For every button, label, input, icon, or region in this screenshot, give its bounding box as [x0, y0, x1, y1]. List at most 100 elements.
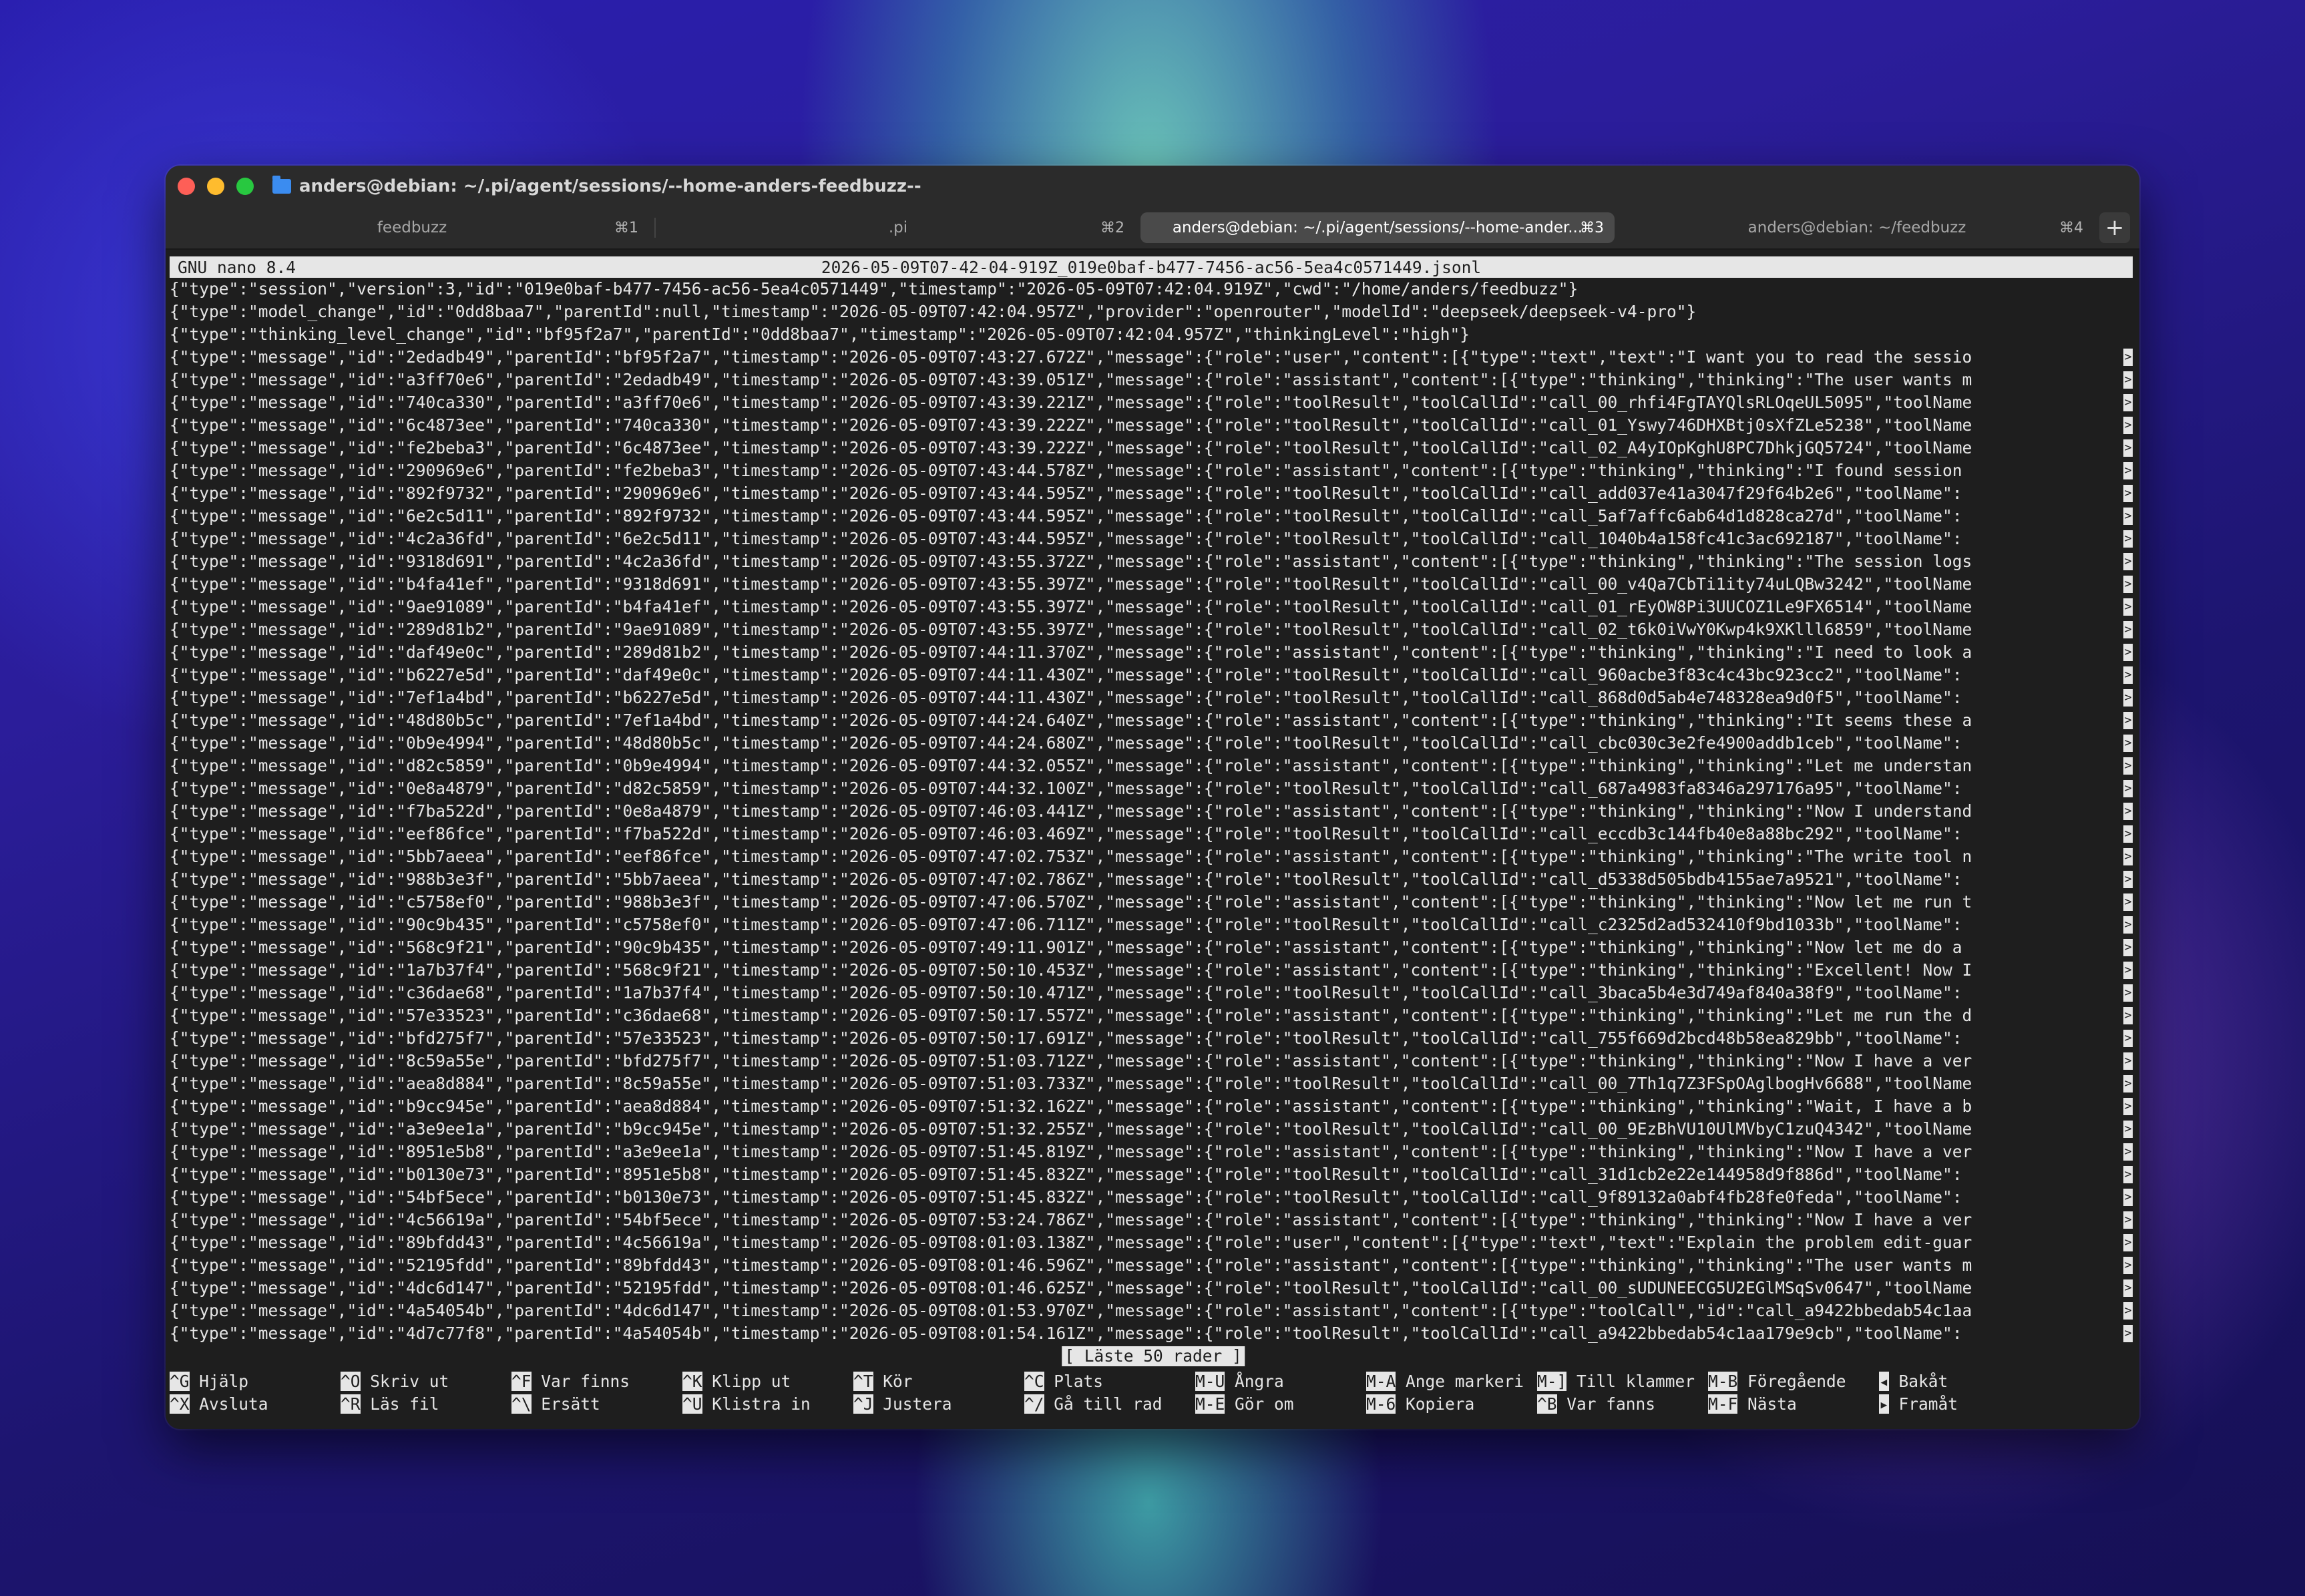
line-overflow-indicator: >	[2123, 825, 2133, 843]
window-title: anders@debian: ~/.pi/agent/sessions/--ho…	[299, 176, 921, 196]
line-overflow-indicator: >	[2123, 735, 2133, 752]
editor-line[interactable]: {"type":"message","id":"5bb7aeea","paren…	[170, 845, 2133, 868]
shortcut-key: M-6	[1366, 1394, 1396, 1414]
shortcut-label: Kopiera	[1406, 1394, 1475, 1414]
editor-line[interactable]: {"type":"message","id":"4d7c77f8","paren…	[170, 1322, 2133, 1345]
editor-line[interactable]: {"type":"message","id":"4dc6d147","paren…	[170, 1277, 2133, 1300]
shortcut-key: ^G	[170, 1372, 190, 1391]
editor-line[interactable]: {"type":"message","id":"52195fdd","paren…	[170, 1254, 2133, 1277]
editor-line[interactable]: {"type":"message","id":"0e8a4879","paren…	[170, 777, 2133, 800]
tab-3[interactable]: anders@debian: ~/.pi/agent/sessions/--ho…	[1140, 212, 1615, 243]
editor-line[interactable]: {"type":"model_change","id":"0dd8baa7","…	[170, 301, 2133, 323]
shortcut-label: Ange markeri	[1406, 1372, 1524, 1391]
editor-line-text: {"type":"message","id":"c36dae68","paren…	[170, 983, 1962, 1002]
line-overflow-indicator: >	[2123, 417, 2133, 434]
shortcut-label: Ångra	[1235, 1372, 1284, 1391]
editor-line[interactable]: {"type":"message","id":"4c56619a","paren…	[170, 1209, 2133, 1231]
editor-line[interactable]: {"type":"message","id":"f7ba522d","paren…	[170, 800, 2133, 823]
line-overflow-indicator: >	[2123, 871, 2133, 888]
nano-shortcut: ◂ Bakåt	[1879, 1370, 2050, 1393]
editor-line[interactable]: {"type":"message","id":"8c59a55e","paren…	[170, 1050, 2133, 1072]
editor-line[interactable]: {"type":"message","id":"8951e5b8","paren…	[170, 1141, 2133, 1163]
editor-line[interactable]: {"type":"message","id":"0b9e4994","paren…	[170, 732, 2133, 755]
shortcut-key: ^O	[341, 1372, 361, 1391]
editor-line-text: {"type":"message","id":"aea8d884","paren…	[170, 1074, 1972, 1093]
minimize-window-button[interactable]	[207, 178, 224, 195]
editor-line[interactable]: {"type":"message","id":"c36dae68","paren…	[170, 982, 2133, 1004]
editor-line[interactable]: {"type":"message","id":"48d80b5c","paren…	[170, 709, 2133, 732]
zoom-window-button[interactable]	[236, 178, 254, 195]
editor-line[interactable]: {"type":"message","id":"d82c5859","paren…	[170, 755, 2133, 777]
nano-shortcut: ▸ Framåt	[1879, 1393, 2050, 1416]
nano-status: [ Läste 50 rader ]	[1062, 1346, 1245, 1366]
editor-line[interactable]: {"type":"message","id":"b9cc945e","paren…	[170, 1095, 2133, 1118]
editor-line[interactable]: {"type":"message","id":"a3e9ee1a","paren…	[170, 1118, 2133, 1141]
new-tab-button[interactable]: +	[2099, 212, 2130, 243]
close-window-button[interactable]	[178, 178, 195, 195]
editor-line[interactable]: {"type":"message","id":"fe2beba3","paren…	[170, 437, 2133, 459]
tab-4[interactable]: anders@debian: ~/feedbuzz ⌘4	[1620, 212, 2094, 243]
editor-line[interactable]: {"type":"session","version":3,"id":"019e…	[170, 278, 2133, 301]
editor-line[interactable]: {"type":"message","id":"89bfdd43","paren…	[170, 1231, 2133, 1254]
terminal-content[interactable]: GNU nano 8.4 2026-05-09T07-42-04-919Z_01…	[166, 250, 2139, 1429]
editor-line-text: {"type":"message","id":"48d80b5c","paren…	[170, 711, 1972, 730]
editor-line[interactable]: {"type":"message","id":"568c9f21","paren…	[170, 936, 2133, 959]
editor-line-text: {"type":"message","id":"892f9732","paren…	[170, 483, 1962, 503]
editor-line[interactable]: {"type":"message","id":"daf49e0c","paren…	[170, 641, 2133, 664]
editor-line[interactable]: {"type":"message","id":"c5758ef0","paren…	[170, 891, 2133, 914]
line-overflow-indicator: >	[2123, 349, 2133, 366]
line-overflow-indicator: >	[2123, 984, 2133, 1002]
shortcut-label: Till klammer	[1577, 1372, 1695, 1391]
tab-label: anders@debian: ~/.pi/agent/sessions/--ho…	[1172, 219, 1583, 236]
editor-line[interactable]: {"type":"message","id":"90c9b435","paren…	[170, 914, 2133, 936]
tab-shortcut: ⌘4	[2059, 219, 2083, 236]
editor-line[interactable]: {"type":"message","id":"4a54054b","paren…	[170, 1300, 2133, 1322]
editor-line-text: {"type":"message","id":"2edadb49","paren…	[170, 347, 1972, 367]
editor-line[interactable]: {"type":"message","id":"57e33523","paren…	[170, 1004, 2133, 1027]
editor-line[interactable]: {"type":"message","id":"289d81b2","paren…	[170, 618, 2133, 641]
line-overflow-indicator: >	[2123, 1279, 2133, 1297]
editor-line[interactable]: {"type":"message","id":"892f9732","paren…	[170, 482, 2133, 505]
editor-buffer[interactable]: {"type":"session","version":3,"id":"019e…	[170, 278, 2133, 1345]
editor-line[interactable]: {"type":"thinking_level_change","id":"bf…	[170, 323, 2133, 346]
line-overflow-indicator: >	[2123, 916, 2133, 934]
line-overflow-indicator: >	[2123, 530, 2133, 548]
editor-line[interactable]: {"type":"message","id":"aea8d884","paren…	[170, 1072, 2133, 1095]
line-overflow-indicator: >	[2123, 780, 2133, 797]
editor-line[interactable]: {"type":"message","id":"54bf5ece","paren…	[170, 1186, 2133, 1209]
tab-1[interactable]: feedbuzz ⌘1	[175, 212, 649, 243]
shortcut-key: ^C	[1024, 1372, 1044, 1391]
shortcut-key: ^F	[511, 1372, 532, 1391]
editor-line-text: {"type":"message","id":"6e2c5d11","paren…	[170, 506, 1962, 526]
editor-line[interactable]: {"type":"message","id":"eef86fce","paren…	[170, 823, 2133, 845]
nano-shortcut: ^J Justera	[853, 1393, 1024, 1416]
editor-line[interactable]: {"type":"message","id":"988b3e3f","paren…	[170, 868, 2133, 891]
shortcut-key: M-E	[1195, 1394, 1225, 1414]
nano-header: GNU nano 8.4 2026-05-09T07-42-04-919Z_01…	[170, 256, 2133, 278]
line-overflow-indicator: >	[2123, 1302, 2133, 1320]
editor-line[interactable]: {"type":"message","id":"7ef1a4bd","paren…	[170, 686, 2133, 709]
line-overflow-indicator: >	[2123, 485, 2133, 502]
tab-label: anders@debian: ~/feedbuzz	[1747, 219, 1966, 236]
shortcut-label: Läs fil	[370, 1394, 439, 1414]
shortcut-key: ^X	[170, 1394, 190, 1414]
editor-line[interactable]: {"type":"message","id":"b0130e73","paren…	[170, 1163, 2133, 1186]
title-bar[interactable]: anders@debian: ~/.pi/agent/sessions/--ho…	[166, 166, 2139, 207]
tab-2[interactable]: .pi ⌘2	[661, 212, 1135, 243]
nano-shortcut: M-U Ångra	[1195, 1370, 1366, 1393]
editor-line-text: {"type":"message","id":"4dc6d147","paren…	[170, 1278, 1972, 1298]
editor-line[interactable]: {"type":"message","id":"290969e6","paren…	[170, 459, 2133, 482]
editor-line[interactable]: {"type":"message","id":"a3ff70e6","paren…	[170, 369, 2133, 391]
editor-line[interactable]: {"type":"message","id":"4c2a36fd","paren…	[170, 528, 2133, 550]
nano-shortcut: ^U Klistra in	[682, 1393, 853, 1416]
editor-line[interactable]: {"type":"message","id":"bfd275f7","paren…	[170, 1027, 2133, 1050]
editor-line[interactable]: {"type":"message","id":"2edadb49","paren…	[170, 346, 2133, 369]
editor-line[interactable]: {"type":"message","id":"6e2c5d11","paren…	[170, 505, 2133, 528]
editor-line[interactable]: {"type":"message","id":"9318d691","paren…	[170, 550, 2133, 573]
editor-line[interactable]: {"type":"message","id":"740ca330","paren…	[170, 391, 2133, 414]
editor-line[interactable]: {"type":"message","id":"9ae91089","paren…	[170, 596, 2133, 618]
editor-line[interactable]: {"type":"message","id":"b4fa41ef","paren…	[170, 573, 2133, 596]
editor-line[interactable]: {"type":"message","id":"b6227e5d","paren…	[170, 664, 2133, 686]
editor-line[interactable]: {"type":"message","id":"6c4873ee","paren…	[170, 414, 2133, 437]
editor-line[interactable]: {"type":"message","id":"1a7b37f4","paren…	[170, 959, 2133, 982]
